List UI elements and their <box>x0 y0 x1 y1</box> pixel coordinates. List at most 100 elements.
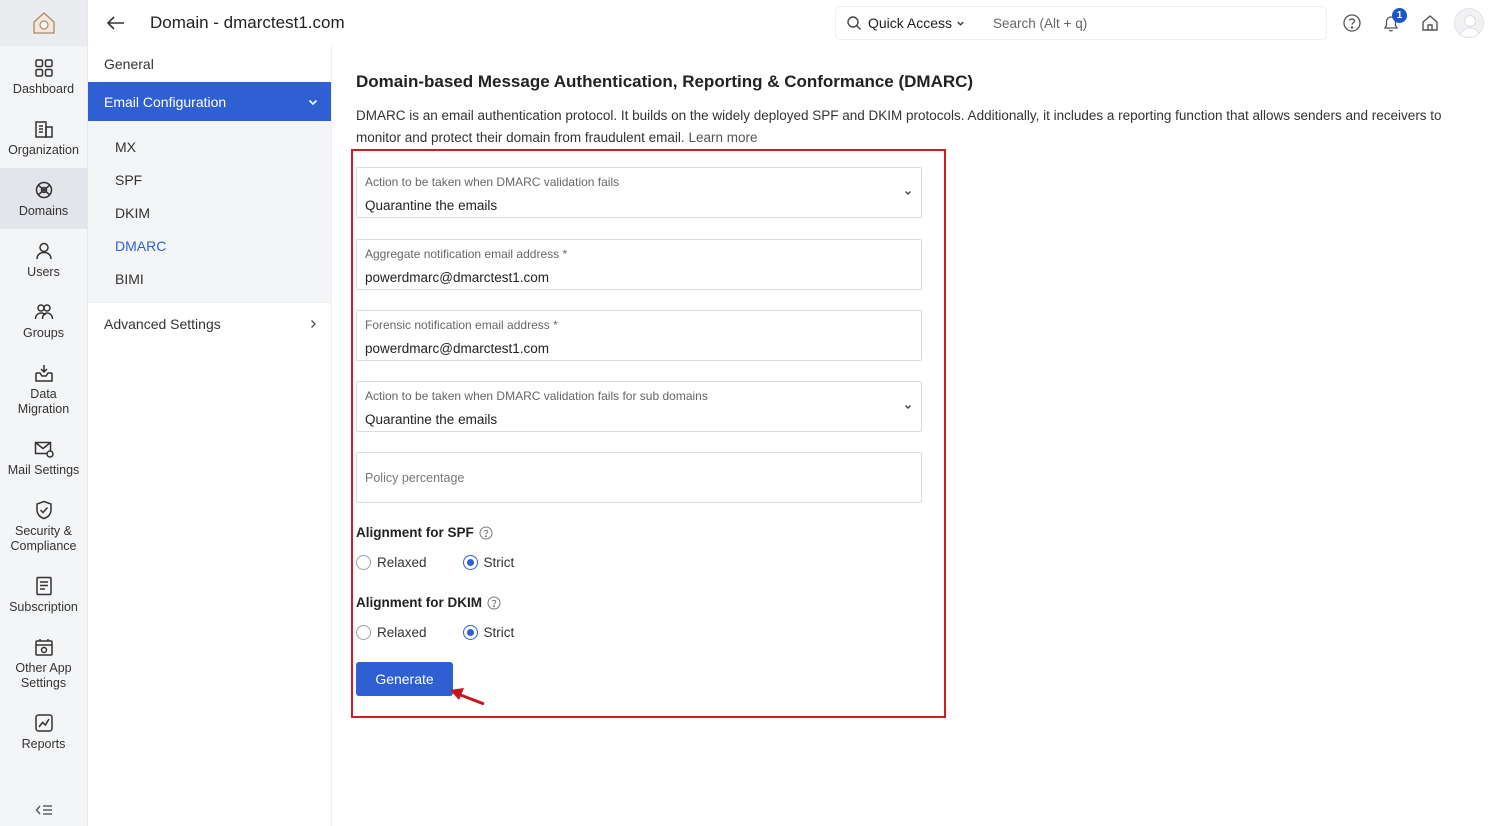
dkim-alignment-label: Alignment for DKIM <box>356 595 501 610</box>
dkim-alignment-radio-group: Relaxed Strict <box>356 625 514 640</box>
user-avatar[interactable] <box>1454 8 1484 38</box>
field-value: Quarantine the emails <box>365 412 498 427</box>
app-logo[interactable] <box>0 0 87 46</box>
settings-subnav: General Email Configuration MX SPF DKIM … <box>88 46 332 826</box>
groups-icon <box>34 303 53 319</box>
rail-item-mail-settings[interactable]: Mail Settings <box>0 427 87 488</box>
search-bar: Quick Access <box>836 7 1326 39</box>
rail-item-reports[interactable]: Reports <box>0 701 87 762</box>
mail-settings-icon <box>34 441 54 458</box>
email-configuration-children: MX SPF DKIM DMARC BIMI <box>88 121 331 302</box>
collapse-rail-button[interactable] <box>0 803 88 822</box>
spf-relaxed-radio[interactable]: Relaxed <box>356 555 427 570</box>
rail-item-dashboard[interactable]: Dashboard <box>0 46 87 107</box>
field-label: Action to be taken when DMARC validation… <box>365 175 620 189</box>
rail-label: Dashboard <box>12 81 75 96</box>
field-value: powerdmarc@dmarctest1.com <box>365 270 550 285</box>
subnav-section-label: Email Configuration <box>104 93 227 110</box>
learn-more-link[interactable]: Learn more <box>688 130 757 145</box>
rail-label: Other App Settings <box>15 660 72 690</box>
radio-label: Relaxed <box>377 555 427 570</box>
rail-item-security-compliance[interactable]: Security & Compliance <box>0 488 87 564</box>
rail-label: Subscription <box>9 599 78 614</box>
subnav-item-spf[interactable]: SPF <box>88 164 331 197</box>
chevron-down-icon <box>905 191 911 195</box>
subscription-icon <box>35 576 52 595</box>
dkim-relaxed-radio[interactable]: Relaxed <box>356 625 427 640</box>
help-icon[interactable] <box>487 596 501 610</box>
rail-item-domains[interactable]: Domains <box>0 168 87 229</box>
search-icon <box>847 16 861 30</box>
chevron-down-icon <box>308 99 318 105</box>
main-rail: Dashboard Organization Domains Users Gro… <box>0 0 88 826</box>
rail-label: Mail Settings <box>7 462 80 477</box>
rail-label: Groups <box>23 325 64 340</box>
description-text: DMARC is an email authentication protoco… <box>356 108 1442 145</box>
spf-alignment-label: Alignment for SPF <box>356 525 493 540</box>
search-input[interactable] <box>993 15 1274 31</box>
subnav-item-dkim[interactable]: DKIM <box>88 197 331 230</box>
chevron-right-icon <box>311 319 316 328</box>
dmarc-action-select[interactable]: Action to be taken when DMARC validation… <box>356 167 922 218</box>
dkim-alignment-text: Alignment for DKIM <box>356 595 482 610</box>
rail-item-subscription[interactable]: Subscription <box>0 564 87 625</box>
field-value: powerdmarc@dmarctest1.com <box>365 341 550 356</box>
annotation-arrow-icon <box>450 688 485 706</box>
subnav-item-mx[interactable]: MX <box>88 131 331 164</box>
subnav-item-dmarc[interactable]: DMARC <box>88 230 331 263</box>
notification-badge: 1 <box>1392 8 1407 23</box>
chevron-down-icon <box>905 405 911 409</box>
spf-alignment-radio-group: Relaxed Strict <box>356 555 514 570</box>
back-arrow-icon[interactable] <box>104 11 128 35</box>
subnav-item-general[interactable]: General <box>88 46 331 82</box>
field-placeholder: Policy percentage <box>365 471 465 485</box>
aggregate-email-field[interactable]: Aggregate notification email address * p… <box>356 239 922 290</box>
collapse-icon <box>35 805 52 815</box>
rail-item-users[interactable]: Users <box>0 229 87 290</box>
spf-strict-radio[interactable]: Strict <box>462 555 515 570</box>
dashboard-icon <box>34 58 53 77</box>
subdomain-action-select[interactable]: Action to be taken when DMARC validation… <box>356 381 922 432</box>
rail-item-groups[interactable]: Groups <box>0 290 87 351</box>
other-app-settings-icon <box>34 638 53 656</box>
field-label: Action to be taken when DMARC validation… <box>365 389 708 403</box>
radio-circle-selected <box>462 625 478 640</box>
security-icon <box>35 500 52 519</box>
subnav-item-advanced-settings[interactable]: Advanced Settings <box>88 302 331 344</box>
forensic-email-field[interactable]: Forensic notification email address * po… <box>356 310 922 361</box>
rail-item-organization[interactable]: Organization <box>0 107 87 168</box>
subnav-item-bimi[interactable]: BIMI <box>88 263 331 296</box>
rail-label: Domains <box>18 203 69 218</box>
reports-icon <box>34 713 53 732</box>
subnav-section-email-configuration[interactable]: Email Configuration <box>88 82 331 121</box>
quick-access-label: Quick Access <box>868 15 953 31</box>
rail-label: Users <box>27 264 60 279</box>
help-icon[interactable] <box>1341 12 1363 34</box>
domains-icon <box>35 181 52 198</box>
radio-label: Strict <box>483 625 515 640</box>
radio-label: Strict <box>483 555 515 570</box>
field-value: Quarantine the emails <box>365 198 498 213</box>
avatar-placeholder-icon <box>1459 15 1481 37</box>
rail-label: Organization <box>8 142 79 157</box>
rail-item-other-app-settings[interactable]: Other App Settings <box>0 625 87 701</box>
dmarc-title: Domain-based Message Authentication, Rep… <box>356 72 974 91</box>
dmarc-panel: Domain-based Message Authentication, Rep… <box>332 46 1500 826</box>
field-label: Aggregate notification email address * <box>365 247 568 261</box>
policy-percentage-field[interactable]: Policy percentage <box>356 452 922 503</box>
users-icon <box>35 242 52 259</box>
quick-access-dropdown[interactable]: Quick Access <box>868 15 965 31</box>
generate-button[interactable]: Generate <box>356 662 453 696</box>
home-icon[interactable] <box>1419 12 1441 34</box>
dkim-strict-radio[interactable]: Strict <box>462 625 515 640</box>
page-title: Domain - dmarctest1.com <box>150 13 345 32</box>
radio-circle <box>356 625 371 640</box>
rail-label: Data Migration <box>17 386 70 416</box>
rail-item-data-migration[interactable]: Data Migration <box>0 351 87 427</box>
chevron-down-icon <box>957 21 964 26</box>
help-icon[interactable] <box>479 526 493 540</box>
rail-label: Reports <box>21 736 66 751</box>
top-bar: Domain - dmarctest1.com Quick Access 1 <box>88 0 1500 46</box>
data-migration-icon <box>34 364 53 382</box>
radio-label: Relaxed <box>377 625 427 640</box>
